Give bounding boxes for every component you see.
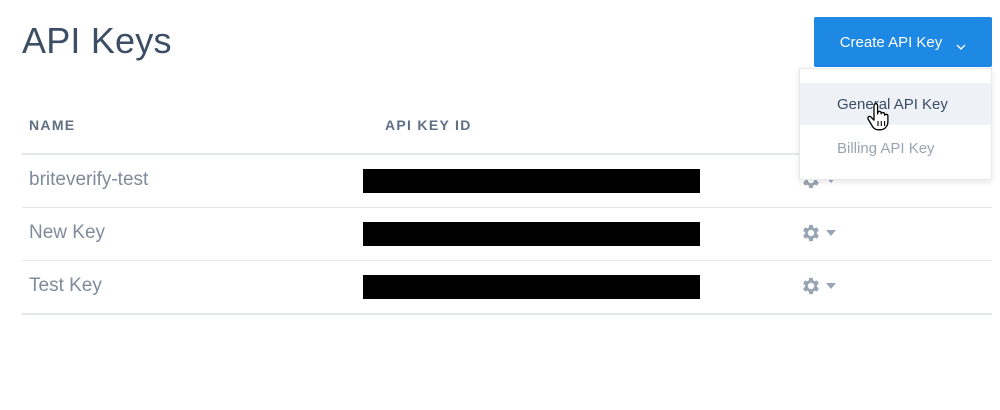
create-api-key-button[interactable]: Create API Key	[814, 17, 992, 67]
api-keys-page: API Keys Create API Key NAME API KEY ID …	[0, 0, 1000, 410]
redacted-api-key-id	[363, 275, 700, 299]
redacted-api-key-id	[363, 169, 700, 193]
row-actions-menu[interactable]	[800, 222, 836, 244]
create-api-key-dropdown: General API Key Billing API Key	[799, 68, 992, 180]
key-name: Test Key	[29, 275, 102, 296]
column-header-api-key-id[interactable]: API KEY ID	[385, 117, 472, 133]
caret-down-icon	[826, 283, 836, 289]
row-actions-menu[interactable]	[800, 275, 836, 297]
gear-icon	[803, 277, 819, 295]
table-row: Test Key	[22, 261, 992, 315]
menu-item-billing-api-key[interactable]: Billing API Key	[800, 127, 991, 169]
caret-down-icon	[826, 230, 836, 236]
column-header-name[interactable]: NAME	[29, 117, 75, 133]
hand-pointer-icon	[867, 103, 889, 131]
create-api-key-label: Create API Key	[839, 33, 943, 51]
menu-item-general-api-key[interactable]: General API Key	[800, 83, 991, 125]
key-name: New Key	[29, 222, 106, 243]
chevron-down-icon	[956, 38, 966, 50]
gear-icon	[803, 224, 819, 242]
table-row: New Key	[22, 208, 992, 261]
key-name: briteverify-test	[29, 169, 149, 190]
page-title: API Keys	[22, 20, 172, 61]
redacted-api-key-id	[363, 222, 700, 246]
